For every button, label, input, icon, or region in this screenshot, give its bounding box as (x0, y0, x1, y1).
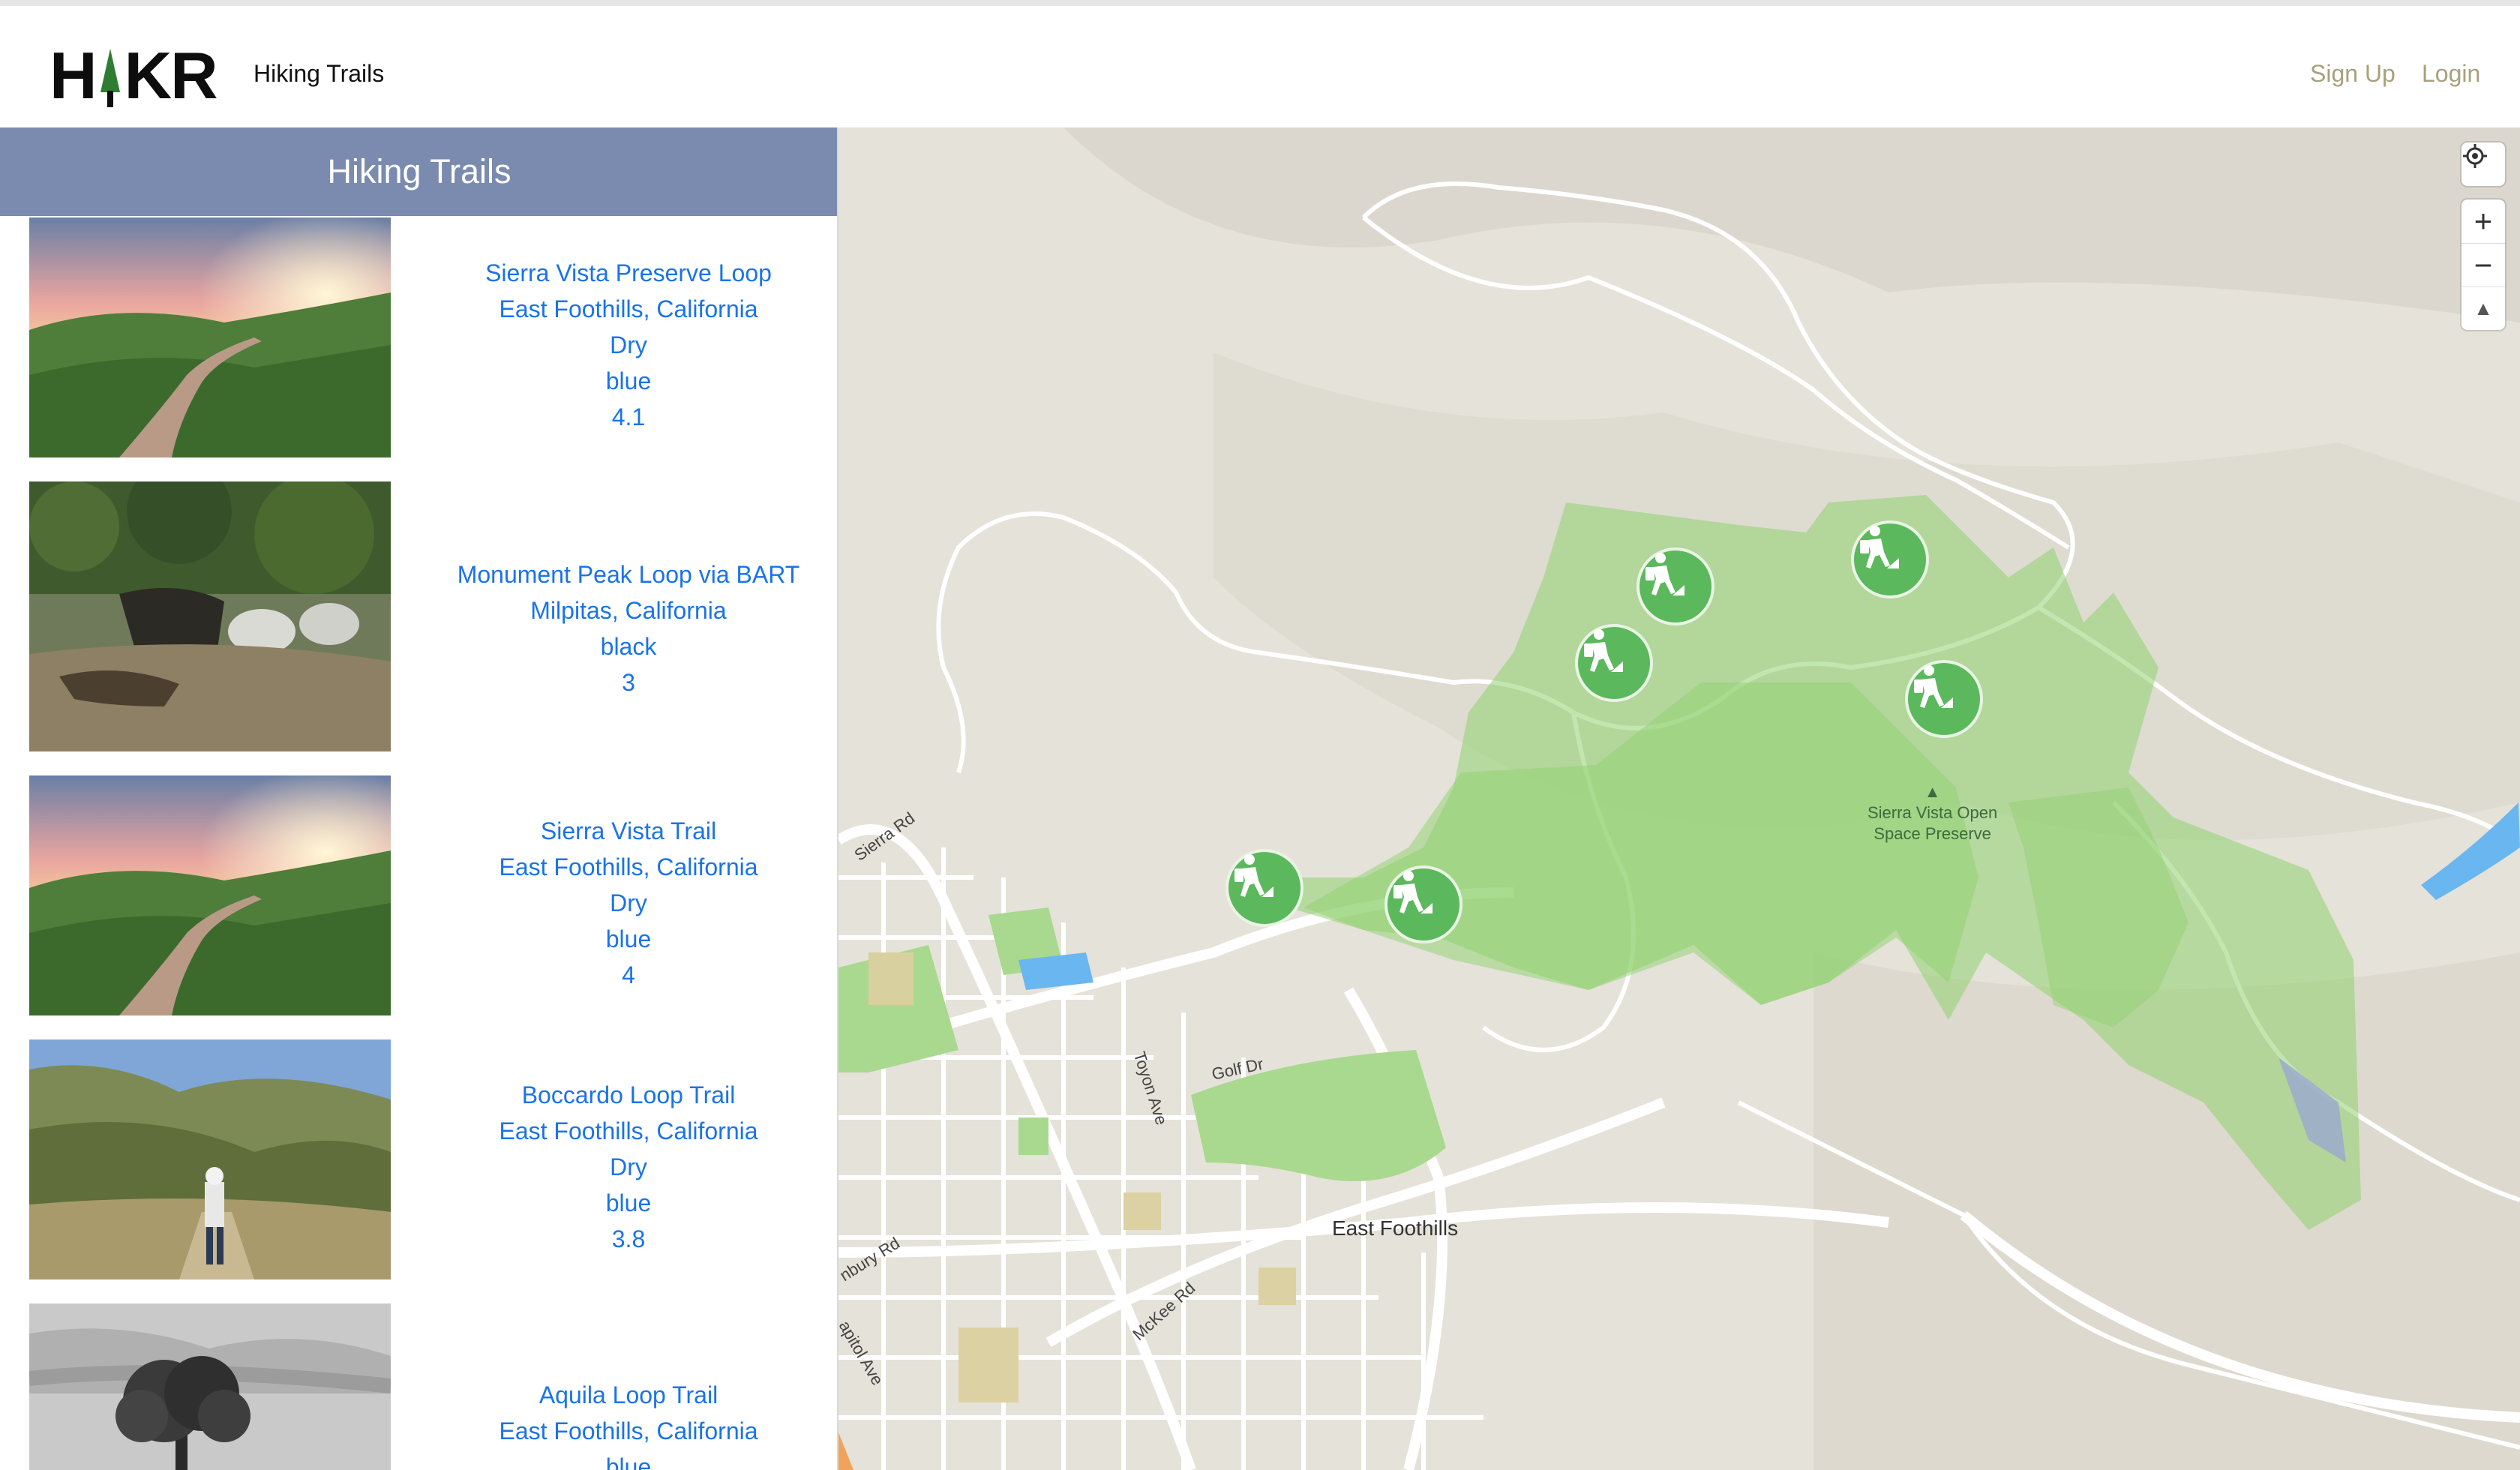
trail-details[interactable]: Aquila Loop Trail East Foothills, Califo… (420, 1377, 837, 1470)
trail-name[interactable]: Monument Peak Loop via BART (420, 556, 837, 592)
map-canvas (838, 128, 2520, 1470)
hikr-logo[interactable]: H KR (50, 38, 218, 112)
trail-list-sidebar[interactable]: Hiking Trails Sierra Vista Preserve Loop… (0, 128, 838, 1470)
trail-marker-hiker-icon[interactable] (1384, 866, 1462, 944)
crosshair-icon (2463, 144, 2487, 168)
logo-letters-kr: KR (124, 38, 218, 112)
trail-difficulty[interactable]: blue (420, 363, 837, 399)
trail-name[interactable]: Sierra Vista Trail (420, 813, 837, 849)
trail-photo[interactable] (29, 1304, 391, 1470)
trail-location[interactable]: East Foothills, California (420, 1413, 837, 1449)
trail-condition[interactable]: Dry (420, 1149, 837, 1185)
trail-photo[interactable] (29, 776, 391, 1016)
trail-card[interactable]: Sierra Vista Preserve Loop East Foothill… (0, 218, 837, 465)
logo-letter-h: H (50, 38, 98, 112)
trail-name[interactable]: Boccardo Loop Trail (420, 1077, 837, 1113)
trail-marker-hiker-icon[interactable] (1905, 660, 1983, 738)
trail-details[interactable]: Boccardo Loop Trail East Foothills, Cali… (420, 1077, 837, 1257)
sidebar-header: Hiking Trails (0, 128, 837, 216)
trail-location[interactable]: East Foothills, California (420, 1113, 837, 1149)
navbar: H KR Hiking Trails Sign Up Login (0, 6, 2520, 128)
trail-marker-hiker-icon[interactable] (1851, 520, 1929, 598)
trail-location[interactable]: East Foothills, California (420, 849, 837, 885)
trail-card[interactable]: Sierra Vista Trail East Foothills, Calif… (0, 776, 837, 1023)
nav-title[interactable]: Hiking Trails (254, 60, 384, 88)
trail-difficulty[interactable]: blue (420, 1185, 837, 1221)
logo-tree-icon (99, 49, 122, 107)
zoom-in-button[interactable]: + (2462, 200, 2505, 243)
preserve-label: ▲ Sierra Vista Open Space Preserve (1868, 782, 1997, 844)
trail-difficulty[interactable]: blue (420, 921, 837, 957)
browser-top-line (0, 0, 2520, 6)
geolocate-control[interactable] (2462, 142, 2505, 186)
trail-location[interactable]: East Foothills, California (420, 291, 837, 327)
geolocate-button[interactable] (2462, 142, 2505, 186)
preserve-label-line1: Sierra Vista Open (1868, 803, 1998, 822)
trail-photo[interactable] (29, 218, 391, 458)
login-link[interactable]: Login (2422, 60, 2480, 88)
trail-card[interactable]: Aquila Loop Trail East Foothills, Califo… (0, 1304, 837, 1470)
compass-button[interactable]: ▲ (2462, 286, 2505, 330)
trail-marker-hiker-icon[interactable] (1636, 548, 1714, 626)
trail-photo[interactable] (29, 482, 391, 752)
trail-difficulty[interactable]: black (420, 628, 837, 664)
trail-details[interactable]: Sierra Vista Preserve Loop East Foothill… (420, 255, 837, 435)
trail-rating[interactable]: 4 (420, 957, 837, 993)
preserve-tree-icon: ▲ (1924, 782, 1941, 801)
preserve-label-line2: Space Preserve (1874, 824, 1991, 843)
navigation-control[interactable]: + − ▲ (2462, 200, 2505, 330)
trail-rating[interactable]: 4.1 (420, 399, 837, 435)
trail-rating[interactable]: 3.8 (420, 1221, 837, 1257)
trail-marker-hiker-icon[interactable] (1226, 849, 1304, 927)
trail-name[interactable]: Aquila Loop Trail (420, 1377, 837, 1413)
trail-card[interactable]: Boccardo Loop Trail East Foothills, Cali… (0, 1040, 837, 1287)
trail-rating[interactable]: 3 (420, 664, 837, 700)
trail-name[interactable]: Sierra Vista Preserve Loop (420, 255, 837, 291)
trail-card[interactable]: Monument Peak Loop via BART Milpitas, Ca… (0, 482, 837, 753)
trail-photo[interactable] (29, 1040, 391, 1280)
zoom-out-button[interactable]: − (2462, 243, 2505, 286)
trail-location[interactable]: Milpitas, California (420, 592, 837, 628)
trail-difficulty[interactable]: blue (420, 1449, 837, 1470)
trail-details[interactable]: Sierra Vista Trail East Foothills, Calif… (420, 813, 837, 993)
place-label: East Foothills (1332, 1216, 1459, 1240)
trail-condition[interactable]: Dry (420, 885, 837, 921)
trail-condition[interactable]: Dry (420, 327, 837, 363)
trail-map[interactable]: East Foothills ▲ Sierra Vista Open Space… (838, 128, 2520, 1470)
trail-details[interactable]: Monument Peak Loop via BART Milpitas, Ca… (420, 556, 837, 700)
signup-link[interactable]: Sign Up (2310, 60, 2396, 88)
trail-marker-hiker-icon[interactable] (1575, 624, 1653, 702)
